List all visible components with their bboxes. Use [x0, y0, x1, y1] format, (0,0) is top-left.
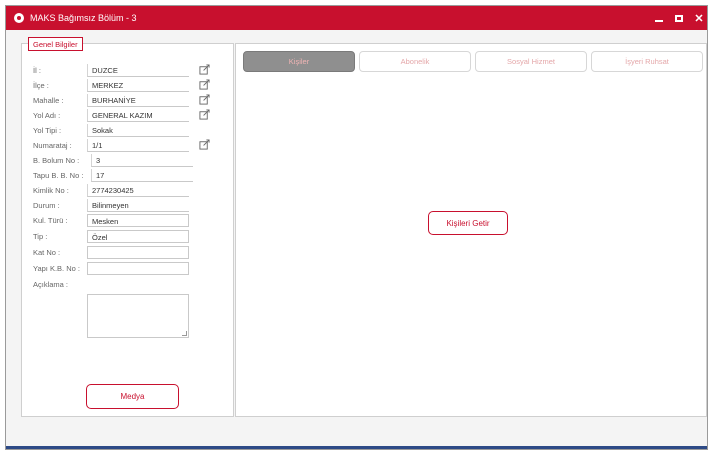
kimlik-no-field[interactable]: 2774230425	[87, 184, 189, 197]
field-row-kul-turu: Kul. Türü : Mesken	[22, 214, 235, 227]
field-row-aciklama: Açıklama :	[22, 278, 235, 291]
field-label: Numarataj :	[33, 141, 72, 150]
field-label: Tip :	[33, 232, 48, 241]
field-row-yol-adi: Yol Adı : GENERAL KAZIM	[22, 109, 235, 122]
field-row-b-bolum-no: B. Bolum No : 3	[22, 154, 235, 167]
tab-isyeri-ruhsat[interactable]: İşyeri Ruhsat	[591, 51, 703, 72]
field-row-mahalle: Mahalle : BURHANİYE	[22, 94, 235, 107]
close-button[interactable]: ✕	[689, 6, 707, 30]
field-row-ilce: İlçe : MERKEZ	[22, 79, 235, 92]
field-label: İlçe :	[33, 81, 49, 90]
numarataj-field[interactable]: 1/1	[87, 139, 189, 152]
edit-icon[interactable]	[199, 64, 210, 75]
field-label: Tapu B. B. No :	[33, 171, 84, 180]
app-window: MAKS Bağımsız Bölüm - 3 ✕ İl : DUZCE İlç…	[5, 5, 708, 450]
maximize-icon	[675, 14, 683, 22]
tip-field[interactable]: Özel	[87, 230, 189, 243]
field-label: Açıklama :	[33, 280, 69, 289]
field-row-durum: Durum : Bilinmeyen	[22, 199, 235, 212]
field-row-yol-tipi: Yol Tipi : Sokak	[22, 124, 235, 137]
kat-no-field[interactable]	[87, 246, 189, 259]
edit-icon[interactable]	[199, 79, 210, 90]
field-label: Kat No :	[33, 248, 61, 257]
mahalle-field[interactable]: BURHANİYE	[87, 94, 189, 107]
il-field[interactable]: DUZCE	[87, 64, 189, 77]
field-row-il: İl : DUZCE	[22, 64, 235, 77]
field-label: Yapı K.B. No :	[33, 264, 80, 273]
field-row-numarataj: Numarataj : 1/1	[22, 139, 235, 152]
details-panel: Kişiler Abonelik Sosyal Hizmet İşyeri Ru…	[235, 43, 707, 417]
yapi-kb-no-field[interactable]	[87, 262, 189, 275]
field-row-yapi-kb-no: Yapı K.B. No :	[22, 262, 235, 275]
medya-button[interactable]: Medya	[86, 384, 179, 409]
general-info-legend: Genel Bilgiler	[28, 37, 83, 51]
yol-adi-field[interactable]: GENERAL KAZIM	[87, 109, 189, 122]
kisileri-getir-button[interactable]: Kişileri Getir	[428, 211, 508, 235]
close-icon: ✕	[694, 12, 704, 25]
yol-tipi-field[interactable]: Sokak	[87, 124, 189, 137]
field-row-tapu-bb-no: Tapu B. B. No : 17	[22, 169, 235, 182]
edit-icon[interactable]	[199, 139, 210, 150]
field-label: Kul. Türü :	[33, 216, 68, 225]
field-label: Mahalle :	[33, 96, 64, 105]
window-title: MAKS Bağımsız Bölüm - 3	[30, 13, 137, 23]
field-label: Yol Adı :	[33, 111, 61, 120]
field-row-kat-no: Kat No :	[22, 246, 235, 259]
field-label: Kimlik No :	[33, 186, 69, 195]
window-controls: ✕	[649, 6, 707, 30]
ilce-field[interactable]: MERKEZ	[87, 79, 189, 92]
field-label: B. Bolum No :	[33, 156, 80, 165]
minimize-icon	[655, 20, 663, 22]
bottom-accent-bar	[6, 446, 707, 449]
title-bar[interactable]: MAKS Bağımsız Bölüm - 3 ✕	[6, 6, 707, 30]
tab-kisiler[interactable]: Kişiler	[243, 51, 355, 72]
edit-icon[interactable]	[199, 94, 210, 105]
kul-turu-field[interactable]: Mesken	[87, 214, 189, 227]
resize-grip-icon[interactable]	[182, 331, 187, 336]
field-label: Durum :	[33, 201, 60, 210]
general-info-panel: İl : DUZCE İlçe : MERKEZ Mahalle : BURHA…	[21, 43, 234, 417]
field-row-tip: Tip : Özel	[22, 230, 235, 243]
aciklama-textarea[interactable]	[87, 294, 189, 338]
maximize-button[interactable]	[669, 6, 689, 30]
durum-field[interactable]: Bilinmeyen	[87, 199, 189, 212]
tab-bar: Kişiler Abonelik Sosyal Hizmet İşyeri Ru…	[243, 51, 703, 72]
tab-abonelik[interactable]: Abonelik	[359, 51, 471, 72]
edit-icon[interactable]	[199, 109, 210, 120]
tab-sosyal-hizmet[interactable]: Sosyal Hizmet	[475, 51, 587, 72]
field-label: Yol Tipi :	[33, 126, 62, 135]
field-label: İl :	[33, 66, 41, 75]
app-logo-icon	[14, 13, 24, 23]
field-row-kimlik-no: Kimlik No : 2774230425	[22, 184, 235, 197]
tapu-bb-no-field[interactable]: 17	[91, 169, 193, 182]
b-bolum-no-field[interactable]: 3	[91, 154, 193, 167]
minimize-button[interactable]	[649, 6, 669, 30]
